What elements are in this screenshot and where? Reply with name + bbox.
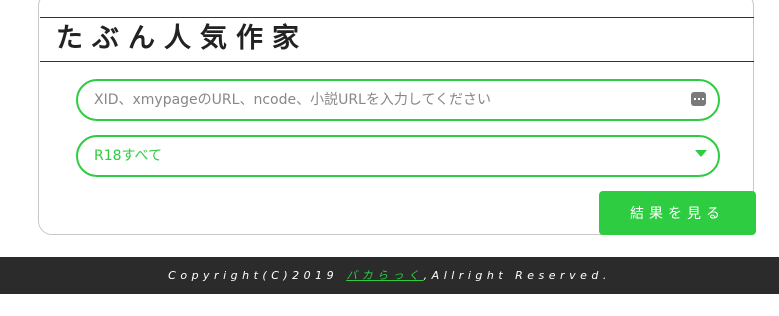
rating-select[interactable]: R18すべて [76,135,720,177]
rating-select-value: R18すべて [94,148,163,164]
rights-text: ,Allright Reserved. [423,269,611,282]
page-title: たぶん人気作家 [56,23,308,54]
view-results-button[interactable]: 結果を見る [599,191,756,235]
page: たぶん人気作家 R18すべて 結果を見る Copyright(C)2019 バカ… [0,0,779,316]
search-input[interactable] [94,81,674,119]
keypad-icon[interactable] [691,92,706,106]
copyright-text: Copyright(C)2019 [168,269,347,282]
footer: Copyright(C)2019 バカらっく,Allright Reserved… [0,257,779,294]
author-link[interactable]: バカらっく [346,269,424,282]
search-field[interactable] [76,79,720,121]
chevron-down-icon[interactable] [695,150,707,157]
title-bar: たぶん人気作家 [40,17,754,62]
